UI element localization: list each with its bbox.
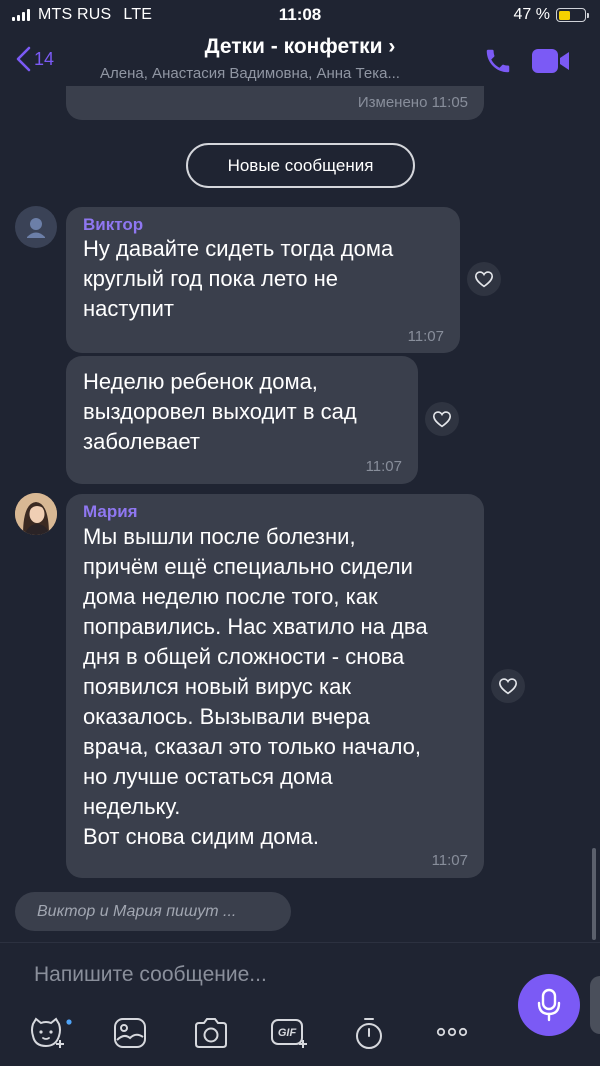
user-photo	[15, 493, 57, 535]
message-line: причём ещё специально сидели	[83, 554, 413, 579]
message-input[interactable]: Напишите сообщение...	[34, 963, 267, 987]
battery-icon	[556, 8, 589, 22]
heart-icon	[432, 411, 452, 428]
message-line: Ну давайте сидеть тогда дома	[83, 236, 394, 261]
typing-indicator: Виктор и Мария пишут ...	[15, 892, 291, 931]
message-time: 11:07	[365, 458, 402, 475]
battery-percent: 47 %	[513, 6, 550, 23]
new-messages-button[interactable]: Новые сообщения	[186, 143, 415, 188]
timer-icon	[356, 1018, 382, 1049]
message-bubble[interactable]: Неделю ребенок дома, выздоровел выходит …	[66, 356, 418, 484]
microphone-icon	[537, 988, 561, 1022]
message-line: поправились. Нас хватило на два	[83, 614, 428, 639]
message-line: появился новый вирус как	[83, 674, 351, 699]
status-bar: MTS RUS LTE 11:08 47 %	[0, 0, 600, 32]
message-line: выздоровел выходит в сад	[83, 399, 357, 424]
phone-icon[interactable]	[483, 46, 513, 76]
send-area-edge	[590, 976, 600, 1034]
video-call-icon[interactable]	[531, 46, 571, 76]
scrollbar[interactable]	[592, 848, 596, 940]
gif-button[interactable]: GIF	[270, 1016, 310, 1055]
message-line: но лучше остаться дома	[83, 764, 333, 789]
message-bubble[interactable]: Мария Мы вышли после болезни, причём ещё…	[66, 494, 484, 878]
message-time: 11:07	[407, 328, 444, 345]
status-time: 11:08	[278, 5, 322, 24]
message-line: Неделю ребенок дома,	[83, 369, 318, 394]
like-button[interactable]	[491, 669, 525, 703]
message-line: заболевает	[83, 429, 201, 454]
like-button[interactable]	[467, 262, 501, 296]
default-avatar-icon	[27, 218, 45, 238]
gallery-button[interactable]	[112, 1016, 148, 1055]
more-icon	[436, 1027, 468, 1037]
previous-message-bubble[interactable]: Изменено 11:05	[66, 86, 484, 120]
chat-header: 14 Детки - конфетки › Алена, Анастасия В…	[0, 32, 600, 90]
heart-icon	[474, 271, 494, 288]
voice-message-button[interactable]	[518, 974, 580, 1036]
sender-name[interactable]: Мария	[83, 502, 138, 522]
chat-members[interactable]: Алена, Анастасия Вадимовна, Анна Тека...	[100, 65, 460, 82]
more-button[interactable]	[436, 1024, 468, 1045]
like-button[interactable]	[425, 402, 459, 436]
message-bubble[interactable]: Виктор Ну давайте сидеть тогда дома круг…	[66, 207, 460, 353]
edited-label: Изменено 11:05	[357, 94, 468, 111]
message-line: дня в общей сложности - снова	[83, 644, 405, 669]
gif-label: GIF	[278, 1027, 297, 1039]
gallery-icon	[114, 1018, 146, 1048]
message-line: наступит	[83, 296, 174, 321]
timer-button[interactable]	[353, 1016, 385, 1057]
sticker-icon	[31, 1017, 72, 1048]
camera-button[interactable]	[192, 1016, 230, 1055]
message-time: 11:07	[431, 852, 468, 869]
message-line: дома неделю после того, как	[83, 584, 378, 609]
message-line: оказалось. Вызывали вчера	[83, 704, 370, 729]
heart-icon	[498, 678, 518, 695]
message-line: круглый год пока лето не	[83, 266, 338, 291]
message-line: Вот снова сидим дома.	[83, 824, 319, 849]
camera-icon	[195, 1018, 227, 1048]
avatar-maria[interactable]	[15, 493, 57, 535]
gif-icon: GIF	[271, 1019, 307, 1048]
message-line: недельку.	[83, 794, 181, 819]
sender-name[interactable]: Виктор	[83, 215, 143, 235]
message-line: врача, сказал это только начало,	[83, 734, 422, 759]
message-line: Мы вышли после болезни,	[83, 524, 356, 549]
avatar-viktor[interactable]	[15, 206, 57, 248]
sticker-button[interactable]	[28, 1016, 72, 1057]
